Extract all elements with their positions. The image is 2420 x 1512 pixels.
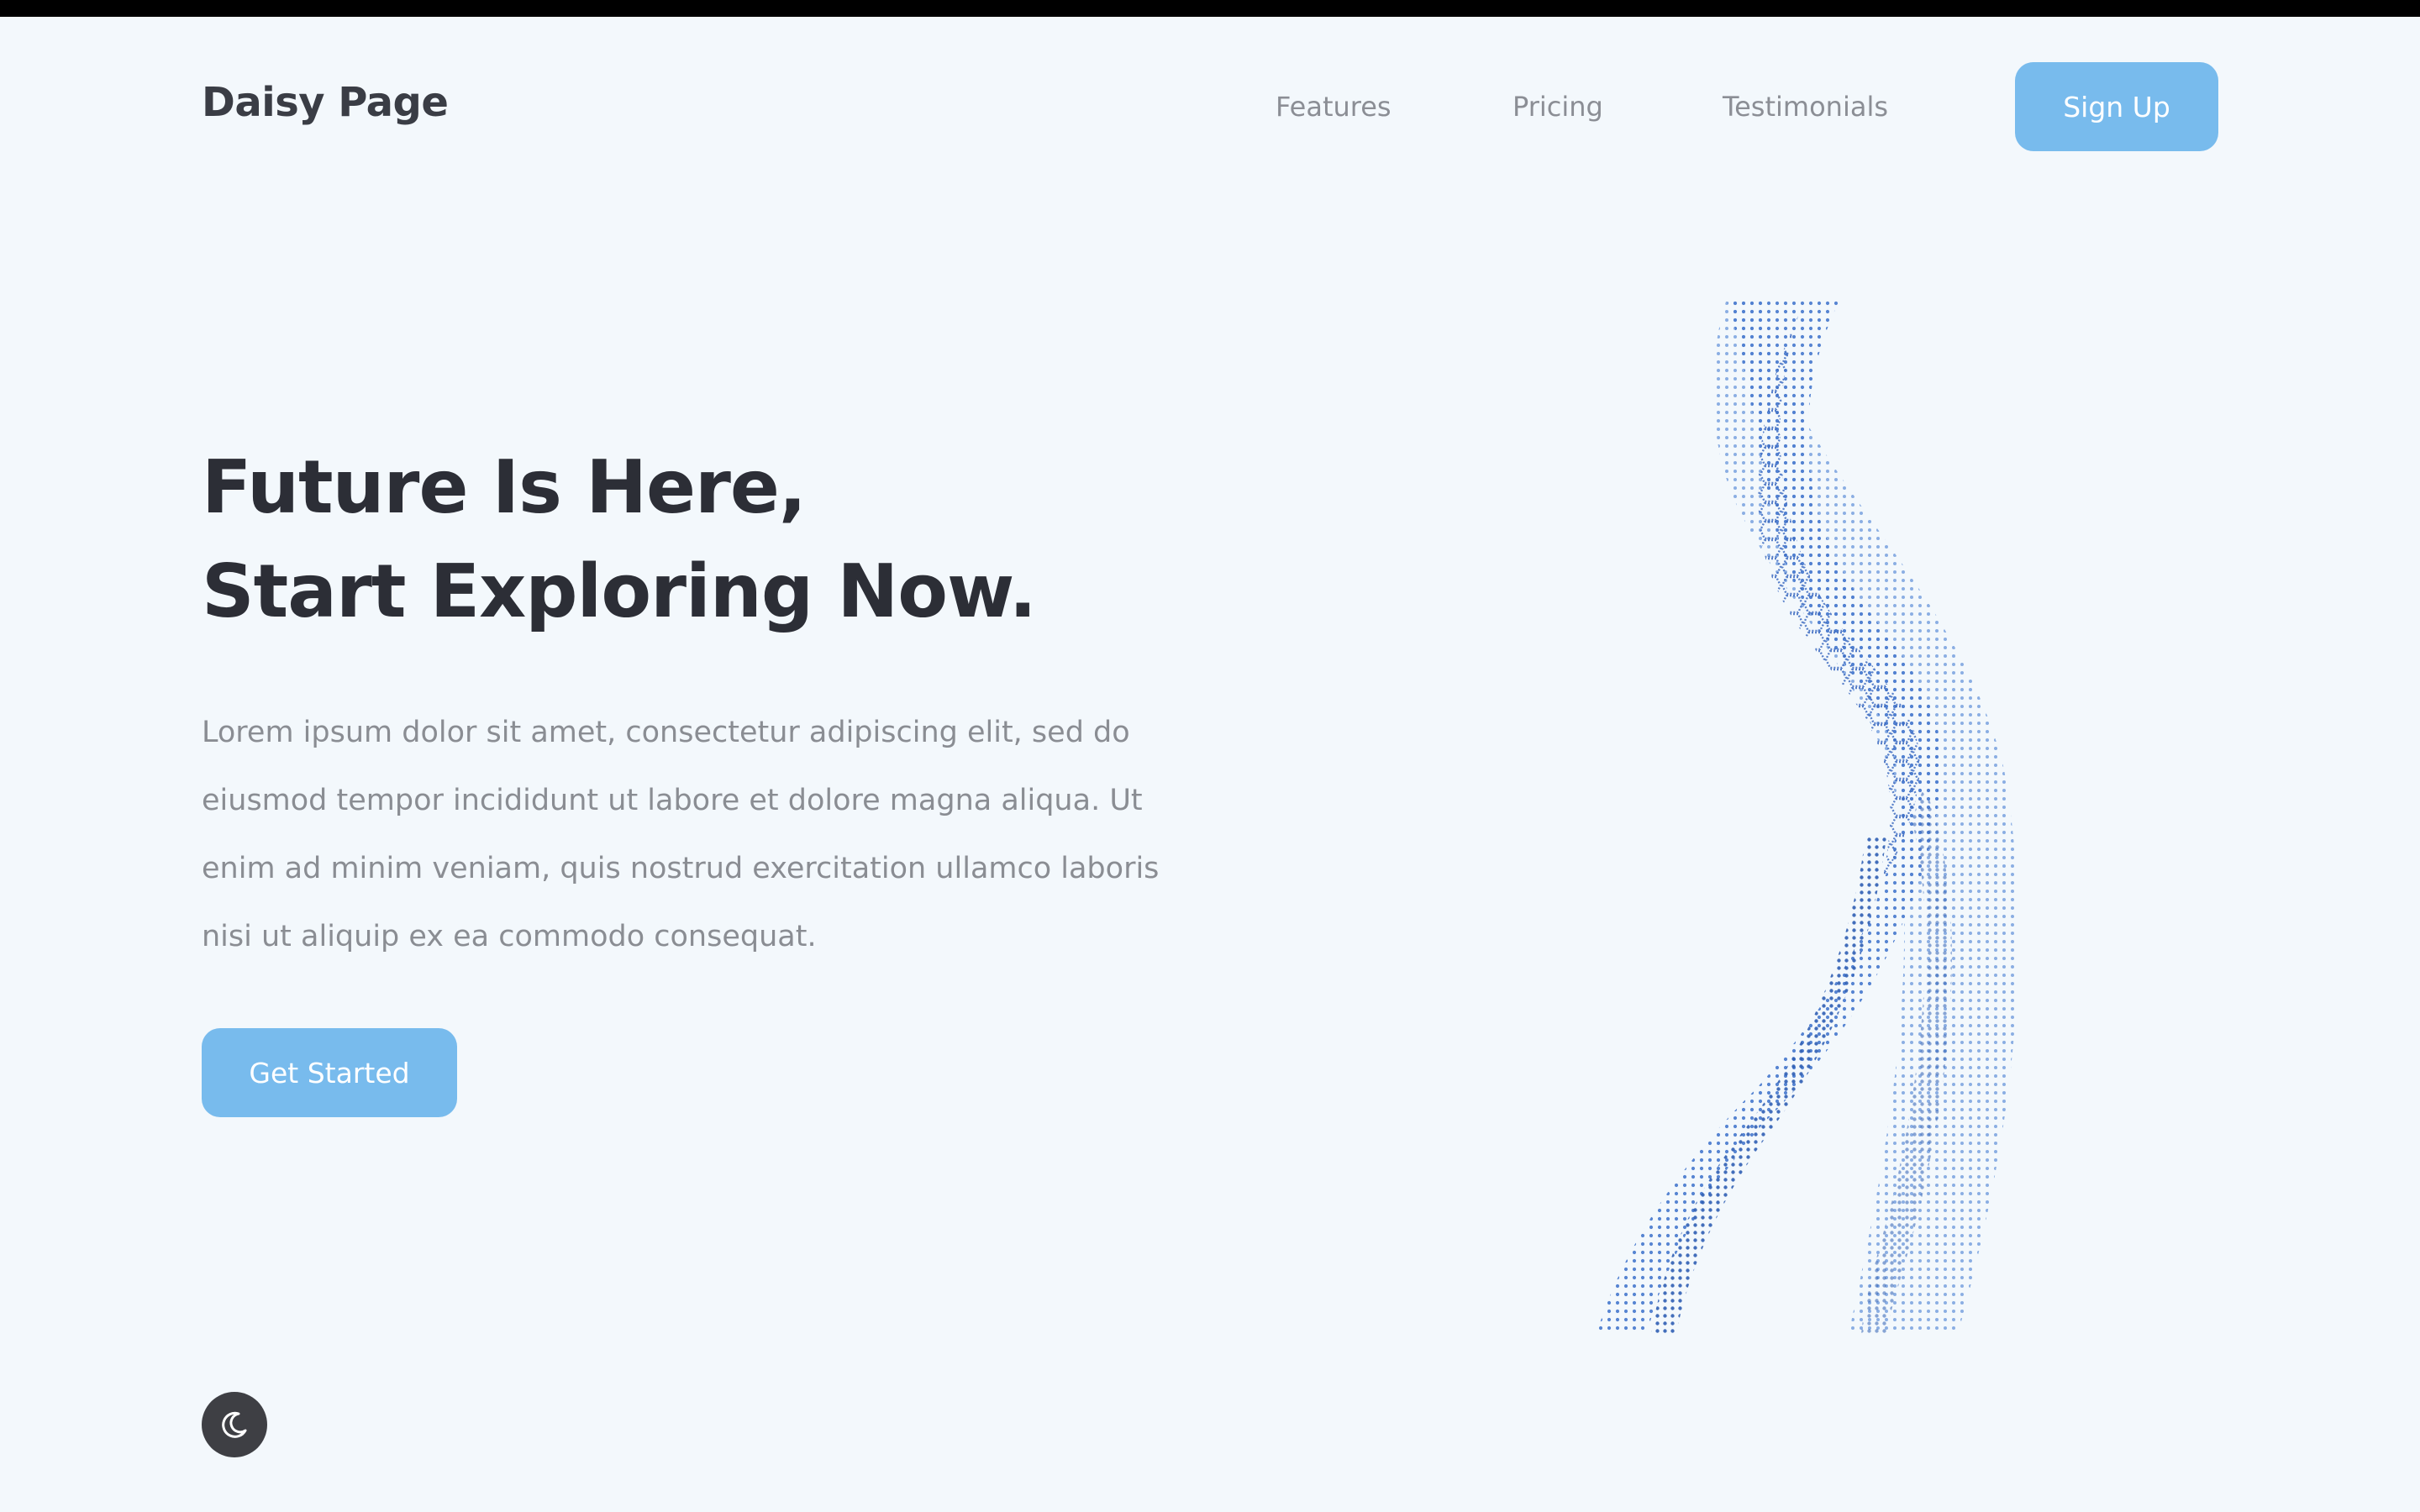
ribbon-strand-light xyxy=(1712,299,2018,1334)
browser-top-bar xyxy=(0,0,2420,17)
ribbon-illustration xyxy=(1597,299,2018,1334)
hero-title-line-2: Start Exploring Now. xyxy=(202,549,1037,634)
brand-logo[interactable]: Daisy Page xyxy=(202,79,449,126)
nav-link-features[interactable]: Features xyxy=(1276,91,1392,123)
theme-toggle-button[interactable] xyxy=(202,1392,267,1457)
sign-up-button[interactable]: Sign Up xyxy=(2015,62,2218,151)
hero-description-line: Lorem ipsum dolor sit amet, consectetur … xyxy=(202,716,1130,749)
nav-link-testimonials[interactable]: Testimonials xyxy=(1723,91,1888,123)
nav-link-pricing[interactable]: Pricing xyxy=(1512,91,1603,123)
landing-page: Daisy Page Features Pricing Testimonials… xyxy=(0,17,2420,1512)
moon-icon xyxy=(222,1411,247,1438)
hero-title: Future Is Here, Start Exploring Now. xyxy=(202,435,1037,643)
hero-title-line-1: Future Is Here, xyxy=(202,444,807,530)
hero-description-line: enim ad minim veniam, quis nostrud exerc… xyxy=(202,852,1160,885)
hero-description-line: nisi ut aliquip ex ea commodo consequat. xyxy=(202,920,817,953)
get-started-button[interactable]: Get Started xyxy=(202,1028,457,1117)
hero-description: Lorem ipsum dolor sit amet, consectetur … xyxy=(202,699,1193,971)
hero-description-line: eiusmod tempor incididunt ut labore et d… xyxy=(202,784,1143,817)
